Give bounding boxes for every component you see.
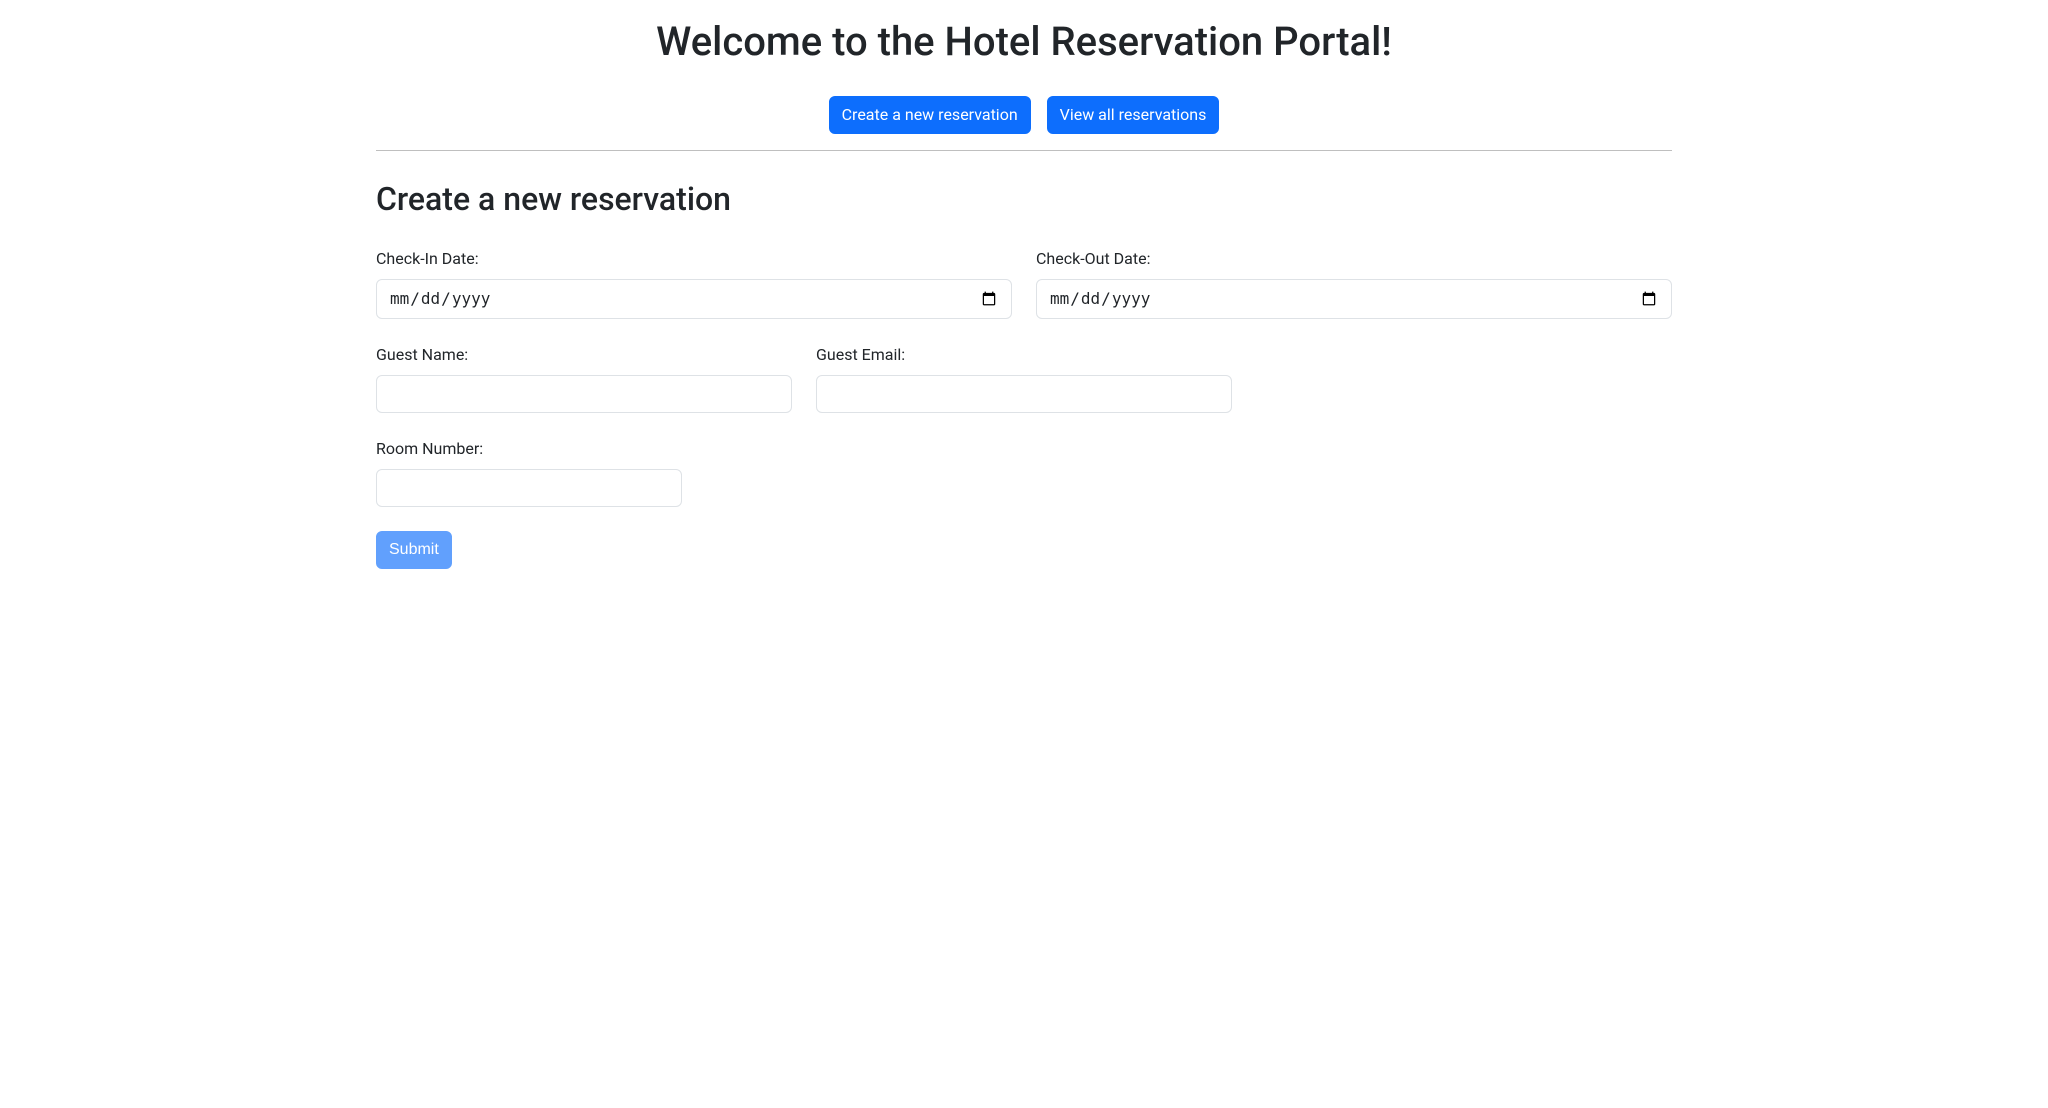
guest-name-input[interactable] [376, 375, 792, 413]
reservation-form: Check-In Date: Check-Out Date: Guest Nam… [376, 231, 1672, 569]
submit-button[interactable]: Submit [376, 531, 452, 569]
page-title: Welcome to the Hotel Reservation Portal! [376, 12, 1672, 72]
guest-email-label: Guest Email: [816, 343, 1232, 367]
divider [376, 150, 1672, 151]
guest-name-label: Guest Name: [376, 343, 792, 367]
create-reservation-button[interactable]: Create a new reservation [829, 96, 1031, 134]
checkout-date-input[interactable] [1036, 279, 1672, 319]
nav-button-row: Create a new reservation View all reserv… [376, 96, 1672, 134]
room-number-label: Room Number: [376, 437, 682, 461]
checkin-date-input[interactable] [376, 279, 1012, 319]
room-number-input[interactable] [376, 469, 682, 507]
guest-email-input[interactable] [816, 375, 1232, 413]
view-reservations-button[interactable]: View all reservations [1047, 96, 1220, 134]
form-heading: Create a new reservation [376, 175, 1672, 223]
checkin-date-label: Check-In Date: [376, 247, 1012, 271]
checkout-date-label: Check-Out Date: [1036, 247, 1672, 271]
